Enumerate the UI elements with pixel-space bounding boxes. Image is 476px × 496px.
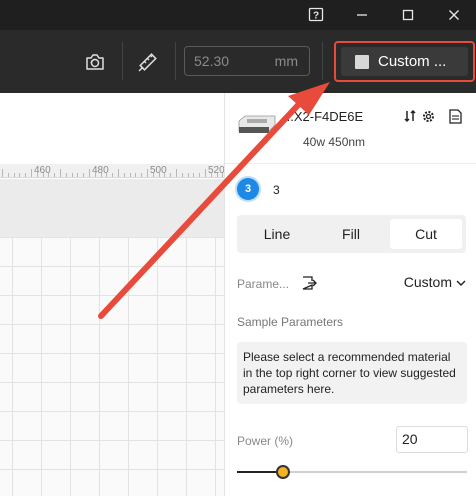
- custom-highlight: Custom ...: [334, 41, 475, 82]
- ruler-tick: [181, 173, 183, 177]
- canvas-boundary-band: [0, 179, 224, 237]
- ruler-tick: [193, 173, 195, 177]
- ruler-tick: [83, 173, 85, 177]
- ruler-tick: [94, 173, 96, 177]
- document-icon[interactable]: [446, 107, 464, 125]
- ruler-tick: [112, 173, 114, 177]
- ruler-tick: [205, 169, 206, 177]
- ruler-tick: [164, 173, 166, 177]
- zoom-unit: mm: [274, 53, 298, 69]
- power-label: Power (%): [237, 434, 294, 448]
- ruler-tick: [106, 173, 108, 177]
- toolbar-divider: [175, 42, 176, 80]
- ruler-tick: [118, 169, 119, 177]
- parameters-select[interactable]: Custom: [404, 274, 466, 290]
- tab-cut[interactable]: Cut: [390, 219, 462, 249]
- ruler-tick: [19, 173, 21, 177]
- sample-parameters-title: Sample Parameters: [237, 315, 344, 329]
- parameters-value: Custom: [403, 274, 452, 290]
- layer-number: 3: [273, 183, 280, 197]
- ruler-tick: [89, 169, 90, 177]
- custom-material-button[interactable]: Custom ...: [341, 47, 468, 76]
- ruler-tick: [210, 173, 212, 177]
- laser-device-icon: [237, 113, 277, 137]
- ruler-tick: [187, 173, 189, 177]
- ruler-tick: [123, 173, 125, 177]
- ruler-tick: [216, 173, 218, 177]
- swap-icon[interactable]: [401, 107, 419, 125]
- device-spec: 40w 450nm: [303, 135, 366, 149]
- horizontal-ruler: 460 480 500 520: [0, 164, 224, 178]
- maximize-icon[interactable]: [386, 0, 430, 30]
- ruler-tick: [77, 173, 79, 177]
- device-name: ...X2-F4DE6E: [283, 109, 364, 124]
- ruler-tick: [54, 173, 56, 177]
- sample-parameters-message: Please select a recommended material in …: [237, 342, 467, 404]
- zoom-input[interactable]: 52.30 mm: [184, 46, 310, 76]
- layer-badge[interactable]: 3: [237, 178, 259, 200]
- import-params-icon[interactable]: [301, 275, 317, 291]
- ruler-tick: [170, 173, 172, 177]
- ruler-tick: [147, 169, 148, 177]
- ruler-tick: [100, 173, 102, 177]
- mode-tabs: Line Fill Cut: [237, 215, 466, 253]
- tab-line[interactable]: Line: [241, 219, 313, 249]
- zoom-value: 52.30: [194, 53, 230, 69]
- toolbar-divider: [322, 42, 323, 80]
- custom-material-label: Custom ...: [378, 53, 447, 70]
- chevron-down-icon: [456, 274, 466, 290]
- ruler-tick: [71, 173, 73, 177]
- ruler-tick: [36, 173, 38, 177]
- power-slider-thumb[interactable]: [276, 465, 290, 479]
- ruler-tick: [25, 173, 27, 177]
- ruler-tick: [48, 173, 50, 177]
- ruler-tick: [176, 169, 177, 177]
- ruler-tick: [2, 169, 3, 177]
- svg-text:?: ?: [313, 11, 319, 22]
- panel-divider: [225, 163, 476, 164]
- ruler-tick: [141, 173, 143, 177]
- ruler-tick: [13, 173, 15, 177]
- ruler-tick: [31, 169, 32, 177]
- parameters-label: Parame...: [237, 277, 290, 291]
- help-icon[interactable]: ?: [294, 0, 338, 30]
- close-icon[interactable]: [432, 0, 476, 30]
- measure-icon[interactable]: [134, 48, 162, 76]
- canvas-grid: [0, 237, 224, 496]
- right-panel: ...X2-F4DE6E 40w 450nm 3 3 Line Fill Cut…: [224, 93, 476, 496]
- ruler-tick: [158, 173, 160, 177]
- toolbar-divider: [122, 42, 123, 80]
- ruler-tick: [60, 169, 61, 177]
- ruler-tick: [152, 173, 154, 177]
- ruler-tick: [7, 173, 9, 177]
- ruler-tick: [135, 173, 137, 177]
- toolbar: 52.30 mm Custom ...: [0, 30, 476, 93]
- work-canvas[interactable]: 460 480 500 520: [0, 93, 224, 496]
- ruler-tick: [129, 173, 131, 177]
- power-input[interactable]: 20: [396, 426, 468, 453]
- tab-fill[interactable]: Fill: [315, 219, 387, 249]
- title-bar: ?: [0, 0, 476, 30]
- gear-icon[interactable]: [419, 107, 437, 125]
- ruler-tick: [65, 173, 67, 177]
- ruler-tick: [199, 173, 201, 177]
- minimize-icon[interactable]: [340, 0, 384, 30]
- ruler-tick: [42, 173, 44, 177]
- material-swatch: [355, 54, 369, 69]
- camera-icon[interactable]: [81, 48, 109, 76]
